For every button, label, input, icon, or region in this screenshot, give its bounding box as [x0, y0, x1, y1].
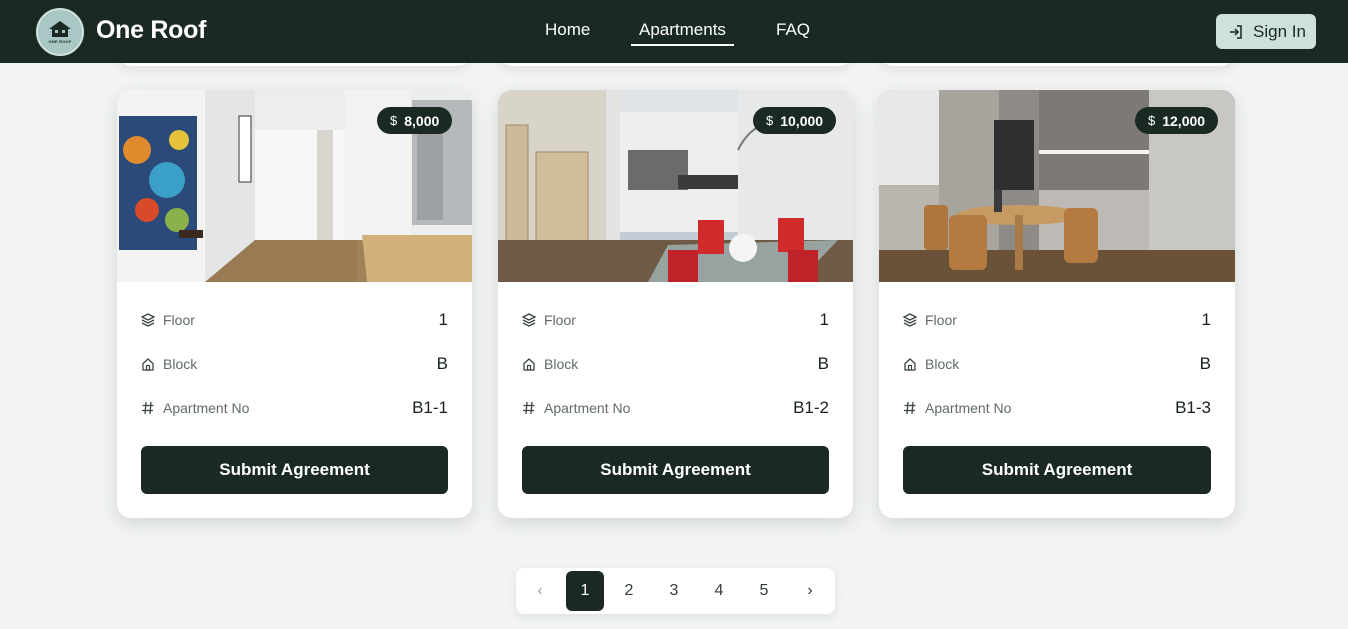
- apartment-no-value: B1-1: [412, 398, 448, 417]
- apartment-card[interactable]: $ 10,000 Floor 1 Block B Apartment No B1…: [498, 90, 853, 518]
- block-value: B: [1199, 354, 1211, 373]
- hash-icon: [141, 401, 155, 415]
- brand-logo[interactable]: ONE ROOF: [36, 8, 84, 56]
- apartment-no-value: B1-3: [1175, 398, 1211, 417]
- floor-value: 1: [819, 310, 829, 329]
- home-icon: [522, 357, 536, 371]
- floor-label: Floor: [163, 312, 195, 328]
- apartment-card[interactable]: $ 8,000 Floor 1 Block B Apartment No B1-…: [117, 90, 472, 518]
- house-logo-icon: [49, 21, 71, 37]
- brand-name[interactable]: One Roof: [96, 16, 206, 45]
- floor-row: Floor 1: [141, 308, 448, 332]
- apartment-card[interactable]: $ 12,000 Floor 1 Block B Apartment No B1…: [879, 90, 1235, 518]
- sign-in-button[interactable]: Sign In: [1216, 14, 1316, 49]
- price-value: 8,000: [404, 112, 440, 129]
- floor-row: Floor 1: [522, 308, 829, 332]
- apartment-no-value: B1-2: [793, 398, 829, 417]
- block-label: Block: [925, 356, 960, 372]
- block-label: Block: [544, 356, 579, 372]
- home-icon: [141, 357, 155, 371]
- price-value: 12,000: [1162, 112, 1206, 129]
- logo-text: ONE ROOF: [48, 39, 72, 44]
- pagination-page-4[interactable]: 4: [700, 571, 738, 611]
- hash-icon: [522, 401, 536, 415]
- currency-symbol: $: [1148, 113, 1156, 128]
- floor-label: Floor: [925, 312, 957, 328]
- floor-row: Floor 1: [903, 308, 1211, 332]
- price-badge: $ 8,000: [377, 107, 453, 134]
- apartment-no-row: Apartment No B1-2: [522, 396, 829, 420]
- block-row: Block B: [141, 352, 448, 376]
- price-value: 10,000: [780, 112, 824, 129]
- floor-label: Floor: [544, 312, 576, 328]
- nav-faq[interactable]: FAQ: [776, 20, 810, 40]
- currency-symbol: $: [766, 113, 774, 128]
- submit-agreement-button[interactable]: Submit Agreement: [903, 446, 1211, 494]
- nav-home[interactable]: Home: [545, 20, 590, 40]
- floor-value: 1: [438, 310, 448, 329]
- block-row: Block B: [903, 352, 1211, 376]
- sign-in-label: Sign In: [1253, 21, 1306, 41]
- price-badge: $ 10,000: [753, 107, 837, 134]
- apartment-no-row: Apartment No B1-1: [141, 396, 448, 420]
- pagination: ‹ 1 2 3 4 5 ›: [516, 568, 835, 614]
- hash-icon: [903, 401, 917, 415]
- apartment-no-label: Apartment No: [925, 400, 1012, 416]
- apartment-no-label: Apartment No: [163, 400, 250, 416]
- apartment-no-row: Apartment No B1-3: [903, 396, 1211, 420]
- block-row: Block B: [522, 352, 829, 376]
- top-navbar: ONE ROOF One Roof Home Apartments FAQ Si…: [0, 0, 1348, 63]
- block-value: B: [817, 354, 829, 373]
- pagination-prev-button[interactable]: ‹: [521, 571, 559, 611]
- layers-icon: [903, 313, 917, 327]
- submit-agreement-button[interactable]: Submit Agreement: [522, 446, 829, 494]
- pagination-next-button[interactable]: ›: [791, 571, 829, 611]
- home-icon: [903, 357, 917, 371]
- pagination-page-2[interactable]: 2: [610, 571, 648, 611]
- active-nav-indicator: [631, 44, 734, 46]
- price-badge: $ 12,000: [1135, 107, 1219, 134]
- pagination-page-3[interactable]: 3: [655, 571, 693, 611]
- sign-in-icon: [1230, 24, 1242, 39]
- block-value: B: [436, 354, 448, 373]
- layers-icon: [522, 313, 536, 327]
- layers-icon: [141, 313, 155, 327]
- apartment-no-label: Apartment No: [544, 400, 631, 416]
- floor-value: 1: [1201, 310, 1211, 329]
- pagination-page-5[interactable]: 5: [745, 571, 783, 611]
- nav-apartments[interactable]: Apartments: [639, 20, 726, 40]
- block-label: Block: [163, 356, 198, 372]
- submit-agreement-button[interactable]: Submit Agreement: [141, 446, 448, 494]
- pagination-page-1[interactable]: 1: [566, 571, 604, 611]
- currency-symbol: $: [390, 113, 398, 128]
